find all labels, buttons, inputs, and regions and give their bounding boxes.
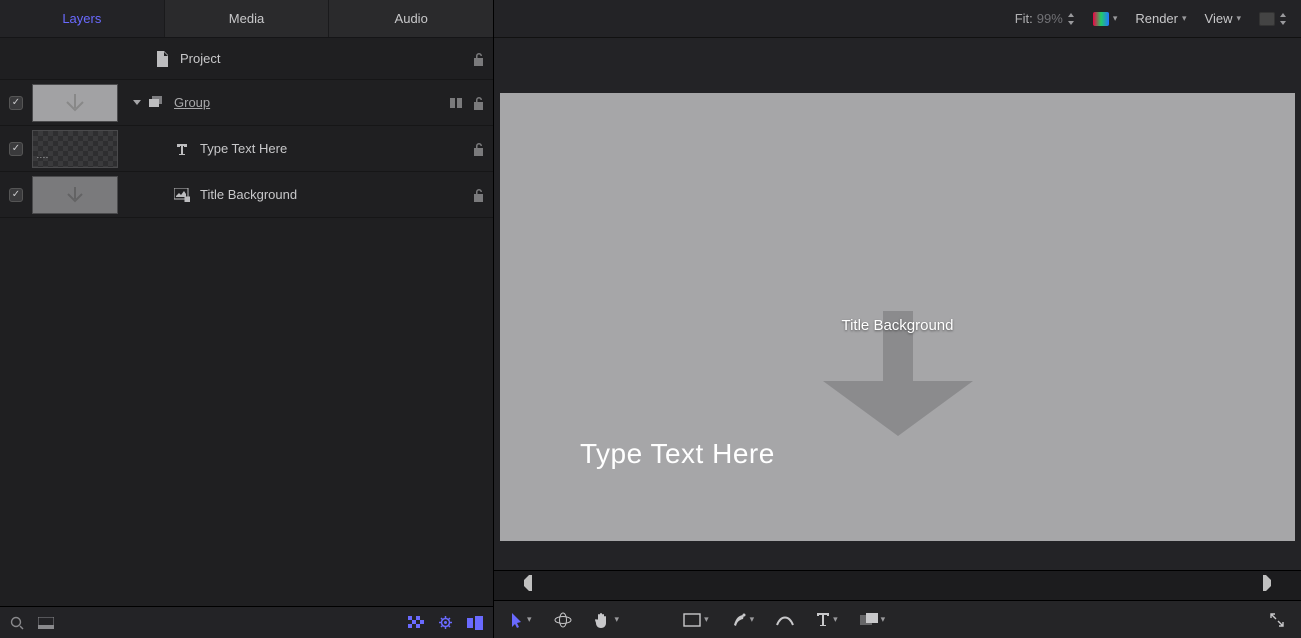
chevron-down-icon: ▾ xyxy=(615,614,620,625)
layer-row-project[interactable]: Project xyxy=(0,38,493,80)
dropzone-icon[interactable] xyxy=(449,97,463,109)
titlebg-thumbnail[interactable] xyxy=(32,176,118,214)
visibility-checkbox[interactable]: ✓ xyxy=(9,96,23,110)
in-point-marker-icon[interactable] xyxy=(524,575,534,591)
expand-viewer-button[interactable] xyxy=(1269,612,1285,628)
layout-swatch-icon xyxy=(1259,12,1275,26)
canvas-viewport[interactable]: Title Background Type Text Here xyxy=(500,93,1295,541)
gear-icon[interactable] xyxy=(438,615,453,630)
window-icon[interactable] xyxy=(38,617,54,629)
color-channel-control[interactable]: ▾ xyxy=(1093,12,1118,26)
disclosure-triangle[interactable] xyxy=(128,98,146,108)
sidebar-tabs: Layers Media Audio xyxy=(0,0,493,38)
tab-audio[interactable]: Audio xyxy=(329,0,493,37)
render-menu[interactable]: Render ▾ xyxy=(1135,11,1186,26)
stepper-icon xyxy=(1067,13,1075,25)
text-thumbnail[interactable]: - - - - xyxy=(32,130,118,168)
panels-icon[interactable] xyxy=(467,616,483,630)
view-label: View xyxy=(1205,11,1233,26)
layer-row-group[interactable]: ✓ Group xyxy=(0,80,493,126)
layers-panel: Layers Media Audio Project xyxy=(0,0,494,638)
chevron-down-icon: ▾ xyxy=(881,614,886,625)
mask-tool[interactable]: ▾ xyxy=(860,613,886,627)
lock-icon[interactable] xyxy=(473,188,485,202)
fit-zoom-control[interactable]: Fit: 99% xyxy=(1015,11,1075,26)
dropzone-arrow-icon xyxy=(783,241,1013,441)
rectangle-tool[interactable]: ▾ xyxy=(683,613,709,627)
chevron-down-icon: ▾ xyxy=(1236,13,1241,24)
lock-icon[interactable] xyxy=(473,96,485,110)
project-label: Project xyxy=(180,51,473,66)
fit-value: 99% xyxy=(1037,11,1063,26)
canvas-toolbar-bottom: ▾ ▾ ▾ ▾ xyxy=(494,600,1301,638)
paint-stroke-tool[interactable] xyxy=(776,613,794,627)
view-menu[interactable]: View ▾ xyxy=(1205,11,1241,26)
chevron-down-icon: ▾ xyxy=(704,614,709,625)
chevron-down-icon: ▾ xyxy=(833,614,838,625)
chevron-down-icon: ▾ xyxy=(750,614,755,625)
viewer-layout-control[interactable] xyxy=(1259,12,1287,26)
pen-tool[interactable]: ▾ xyxy=(731,612,755,628)
out-point-marker-icon[interactable] xyxy=(1261,575,1271,591)
mini-timeline[interactable] xyxy=(494,570,1301,600)
tab-layers[interactable]: Layers xyxy=(0,0,165,37)
visibility-checkbox[interactable]: ✓ xyxy=(9,142,23,156)
text-type-icon xyxy=(172,142,192,156)
3d-transform-tool[interactable] xyxy=(554,612,572,628)
lock-icon[interactable] xyxy=(473,52,485,66)
lock-icon[interactable] xyxy=(473,142,485,156)
chevron-down-icon: ▾ xyxy=(527,614,532,625)
color-swatch-icon xyxy=(1093,12,1109,26)
tab-media[interactable]: Media xyxy=(165,0,330,37)
dropzone-image-icon xyxy=(172,188,192,202)
document-icon xyxy=(152,51,172,67)
render-label: Render xyxy=(1135,11,1178,26)
text-layer-label[interactable]: Type Text Here xyxy=(200,141,473,156)
viewer-toolbar-top: Fit: 99% ▾ Render ▾ View ▾ xyxy=(494,0,1301,38)
viewer-panel: Fit: 99% ▾ Render ▾ View ▾ xyxy=(494,0,1301,638)
pan-tool[interactable]: ▾ xyxy=(594,612,620,628)
stepper-icon xyxy=(1279,13,1287,25)
checker-icon[interactable] xyxy=(408,616,424,630)
canvas-dropzone-label: Title Background xyxy=(841,317,953,334)
search-icon[interactable] xyxy=(10,616,24,630)
fit-label: Fit: xyxy=(1015,11,1033,26)
layers-bottom-bar xyxy=(0,606,493,638)
canvas-sample-text[interactable]: Type Text Here xyxy=(580,438,775,470)
layer-list: Project ✓ xyxy=(0,38,493,606)
titlebg-label[interactable]: Title Background xyxy=(200,187,473,202)
layer-row-titlebg[interactable]: ✓ Title Background xyxy=(0,172,493,218)
group-stack-icon xyxy=(146,96,166,110)
layer-row-text[interactable]: ✓ - - - - Type Text Here xyxy=(0,126,493,172)
text-tool[interactable]: ▾ xyxy=(816,612,838,627)
visibility-checkbox[interactable]: ✓ xyxy=(9,188,23,202)
group-label[interactable]: Group xyxy=(174,95,449,110)
group-thumbnail[interactable] xyxy=(32,84,118,122)
chevron-down-icon: ▾ xyxy=(1113,13,1118,24)
chevron-down-icon: ▾ xyxy=(1182,13,1187,24)
select-tool[interactable]: ▾ xyxy=(510,612,532,628)
